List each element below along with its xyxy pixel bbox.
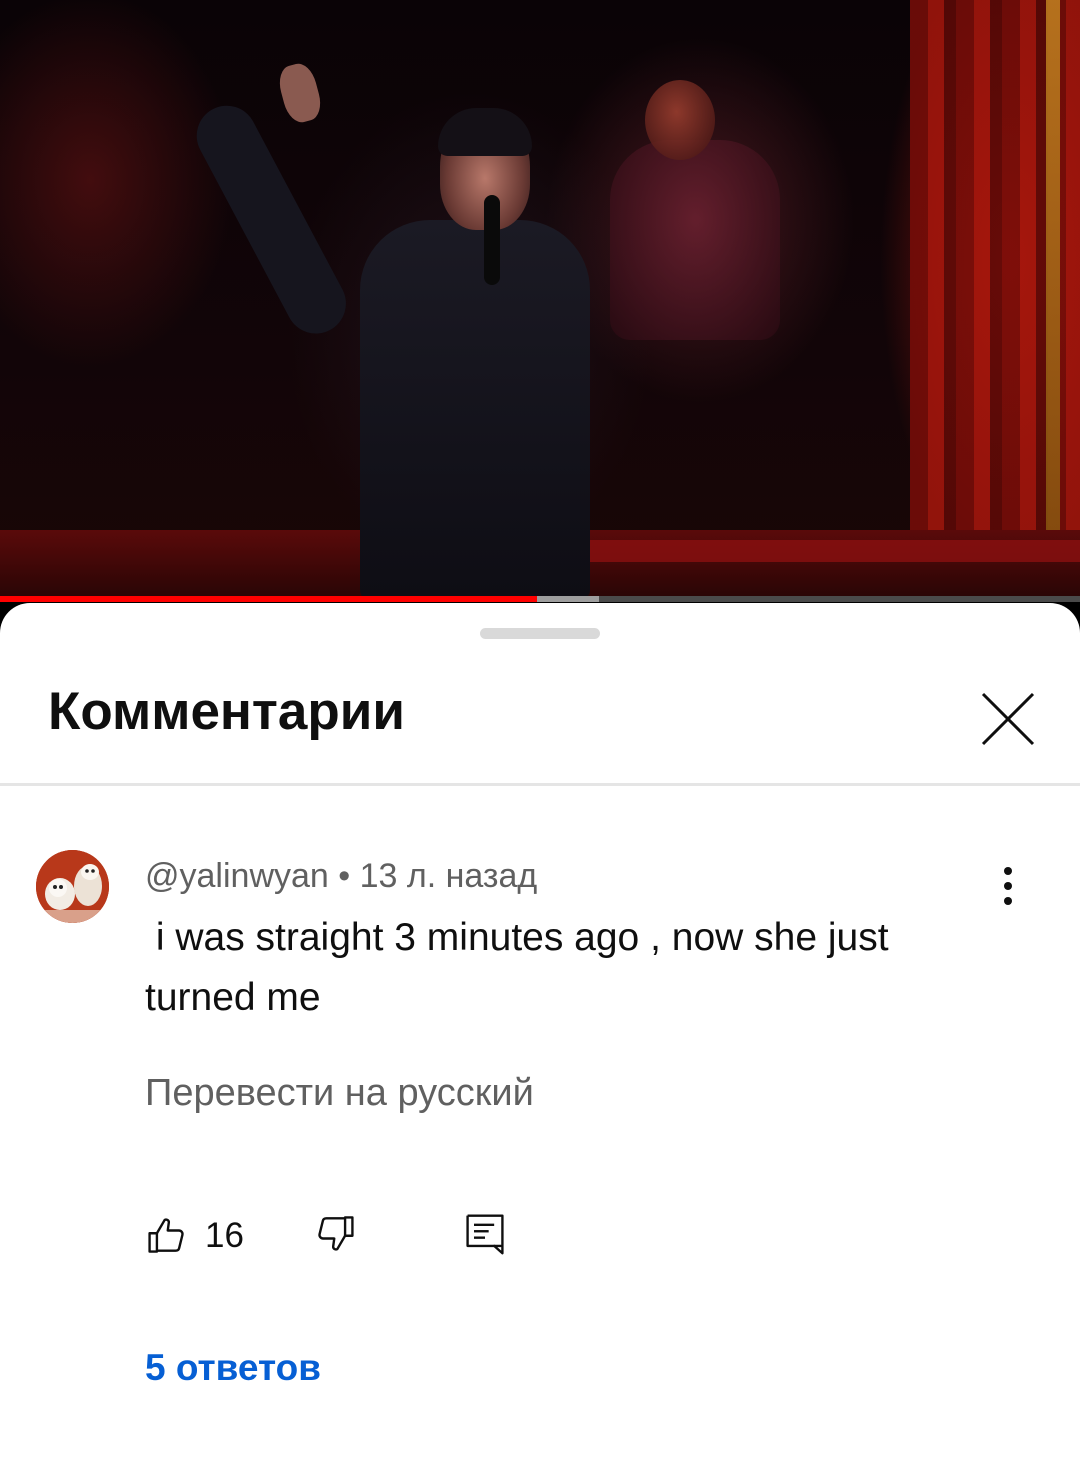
curtain-trim — [1046, 0, 1060, 540]
more-options-button[interactable] — [988, 861, 1028, 911]
singer-hair — [438, 108, 532, 156]
comment-meta: @yalinwyan • 13 л. назад — [145, 854, 537, 898]
singer-figure — [360, 220, 590, 600]
background-musician — [610, 140, 780, 340]
like-count: 16 — [205, 1216, 244, 1255]
video-player[interactable] — [0, 0, 1080, 600]
comment-time: 13 л. назад — [359, 857, 538, 895]
translate-button[interactable]: Перевести на русский — [145, 1068, 534, 1118]
comment-text: i was straight 3 minutes ago , now she j… — [145, 916, 900, 1019]
divider — [0, 783, 1080, 786]
drag-handle[interactable] — [480, 628, 600, 639]
progress-played — [0, 596, 537, 602]
more-vert-icon — [1004, 867, 1012, 905]
reply-button[interactable] — [463, 1211, 513, 1261]
background-musician-head — [645, 80, 715, 160]
dislike-button[interactable] — [313, 1211, 363, 1261]
view-replies-link[interactable]: 5 ответов — [145, 1343, 321, 1393]
comment-author[interactable]: @yalinwyan — [145, 857, 329, 895]
close-icon — [981, 692, 1035, 746]
microphone — [484, 195, 500, 285]
comments-sheet: Комментарии @yalinwyan • 13 л. назад i w… — [0, 603, 1080, 1460]
like-button[interactable]: 16 — [145, 1211, 255, 1261]
singer-raised-arm — [186, 95, 357, 345]
meta-separator: • — [338, 857, 351, 895]
video-progress-bar[interactable] — [0, 596, 1080, 602]
singer-hand — [275, 60, 325, 126]
thumbs-up-icon — [148, 1218, 184, 1253]
sheet-title: Комментарии — [48, 682, 405, 741]
stage-rim — [520, 540, 1080, 562]
reply-icon — [466, 1214, 504, 1255]
dog-avatar-image — [36, 850, 109, 923]
avatar[interactable] — [36, 850, 109, 923]
close-button[interactable] — [968, 679, 1048, 759]
thumbs-down-icon — [318, 1216, 354, 1251]
